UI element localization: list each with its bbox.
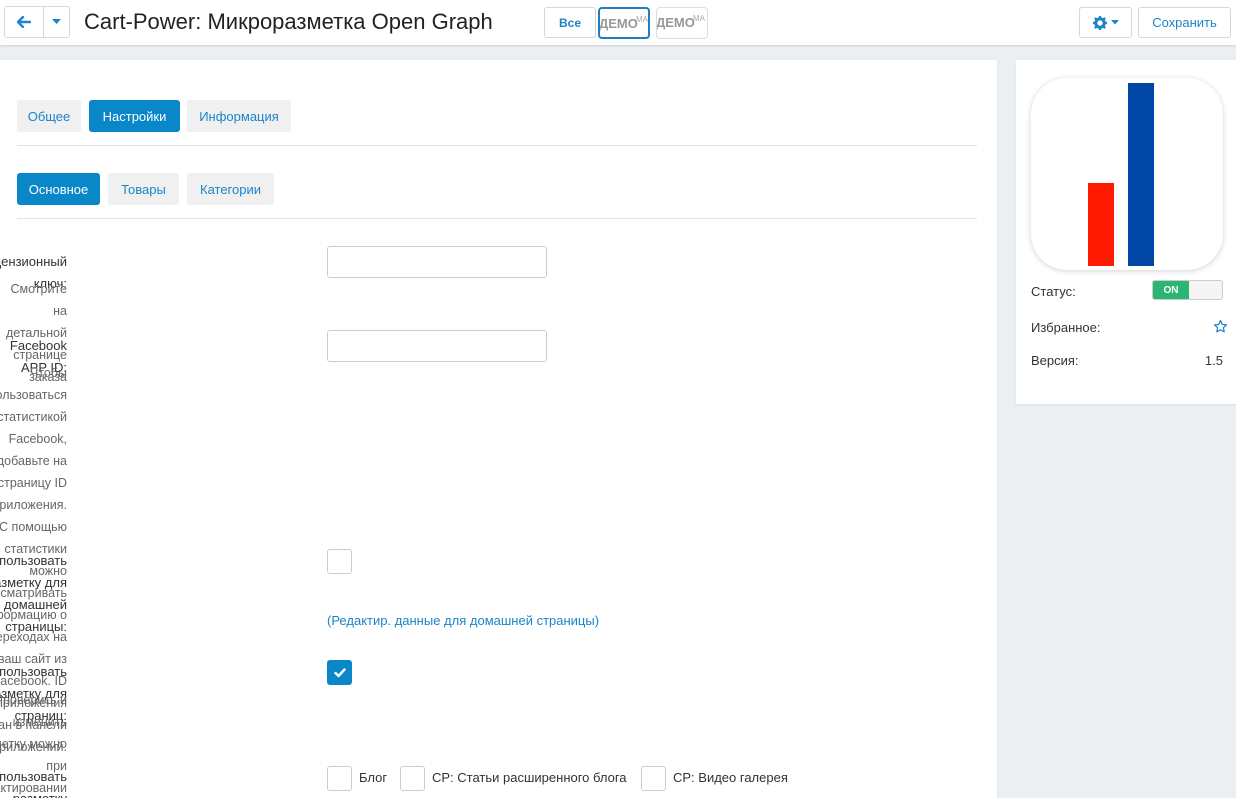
video-gallery-option-label: CP: Видео галерея <box>673 770 788 785</box>
home-markup-label: Использовать разметку для домашней стран… <box>0 550 67 638</box>
extended-blog-checkbox[interactable] <box>400 766 425 791</box>
back-button[interactable] <box>4 6 44 38</box>
status-toggle-on: ON <box>1153 281 1189 299</box>
edit-home-data-link[interactable]: (Редактир. данные для домашней страницы) <box>327 613 599 628</box>
addon-logo <box>1031 78 1223 270</box>
help-line: Facebook, добавьте на страницу ID <box>0 432 67 490</box>
addon-info-panel: Статус: ON Избранное: Версия: 1.5 <box>1016 60 1236 404</box>
gear-icon <box>1092 15 1107 30</box>
version-value: 1.5 <box>1204 353 1223 368</box>
star-outline-icon[interactable] <box>1213 319 1228 334</box>
check-icon <box>333 667 346 677</box>
subtab-main[interactable]: Основное <box>17 173 100 205</box>
favorite-label: Избранное: <box>1031 320 1101 335</box>
caret-down-icon <box>1110 20 1119 25</box>
storefront-demo-label: ДЕМО <box>599 16 638 31</box>
storefront-demo-2-sublabel: MA <box>693 14 705 23</box>
blog-option-label: Блог <box>359 770 388 785</box>
version-label: Версия: <box>1031 353 1079 368</box>
home-markup-label-line: страницы: <box>5 619 67 634</box>
addon-logo-image <box>1088 83 1154 266</box>
divider <box>17 145 977 146</box>
use-markup-for-label: Использовать разметку для: <box>0 769 67 798</box>
page-title: Cart-Power: Микроразметка Open Graph <box>84 9 493 34</box>
storefront-demo-sublabel: MA <box>636 15 648 24</box>
pages-markup-checkbox[interactable] <box>327 660 352 685</box>
settings-dropdown-button[interactable] <box>1079 7 1132 38</box>
status-toggle[interactable]: ON <box>1152 280 1223 300</box>
license-key-input[interactable] <box>327 246 547 278</box>
help-line: приложения. <box>0 498 67 512</box>
video-gallery-checkbox[interactable] <box>641 766 666 791</box>
home-markup-checkbox[interactable] <box>327 549 352 574</box>
top-bar: Cart-Power: Микроразметка Open Graph Все… <box>0 0 1236 45</box>
extended-blog-option-label: CP: Статьи расширенного блога <box>432 770 627 785</box>
main-panel: Общее Настройки Информация Основное Това… <box>0 60 997 798</box>
home-markup-label-line: Использовать разметку для домашней <box>0 553 67 612</box>
status-label: Статус: <box>1031 284 1076 299</box>
subtab-categories[interactable]: Категории <box>187 173 274 205</box>
facebook-app-id-input[interactable] <box>327 330 547 362</box>
help-line: Проверить и изменить разметку можно при <box>0 693 67 773</box>
caret-down-icon <box>52 19 61 24</box>
storefront-demo-2-button[interactable]: ДЕМО MA <box>656 7 708 39</box>
tab-information[interactable]: Информация <box>187 100 291 132</box>
arrow-left-icon <box>17 16 31 28</box>
all-storefronts-button[interactable]: Все <box>544 7 596 38</box>
back-dropdown-button[interactable] <box>43 6 70 38</box>
help-line: Чтобы воспользоваться статистикой <box>0 366 68 424</box>
tab-general[interactable]: Общее <box>17 100 81 132</box>
subtab-products[interactable]: Товары <box>108 173 179 205</box>
storefront-demo-button[interactable]: ДЕМО MA <box>598 7 650 39</box>
tab-settings[interactable]: Настройки <box>89 100 180 132</box>
storefront-demo-2-label: ДЕМО <box>656 15 695 30</box>
blog-checkbox[interactable] <box>327 766 352 791</box>
divider <box>17 218 977 219</box>
save-button[interactable]: Сохранить <box>1138 7 1231 38</box>
